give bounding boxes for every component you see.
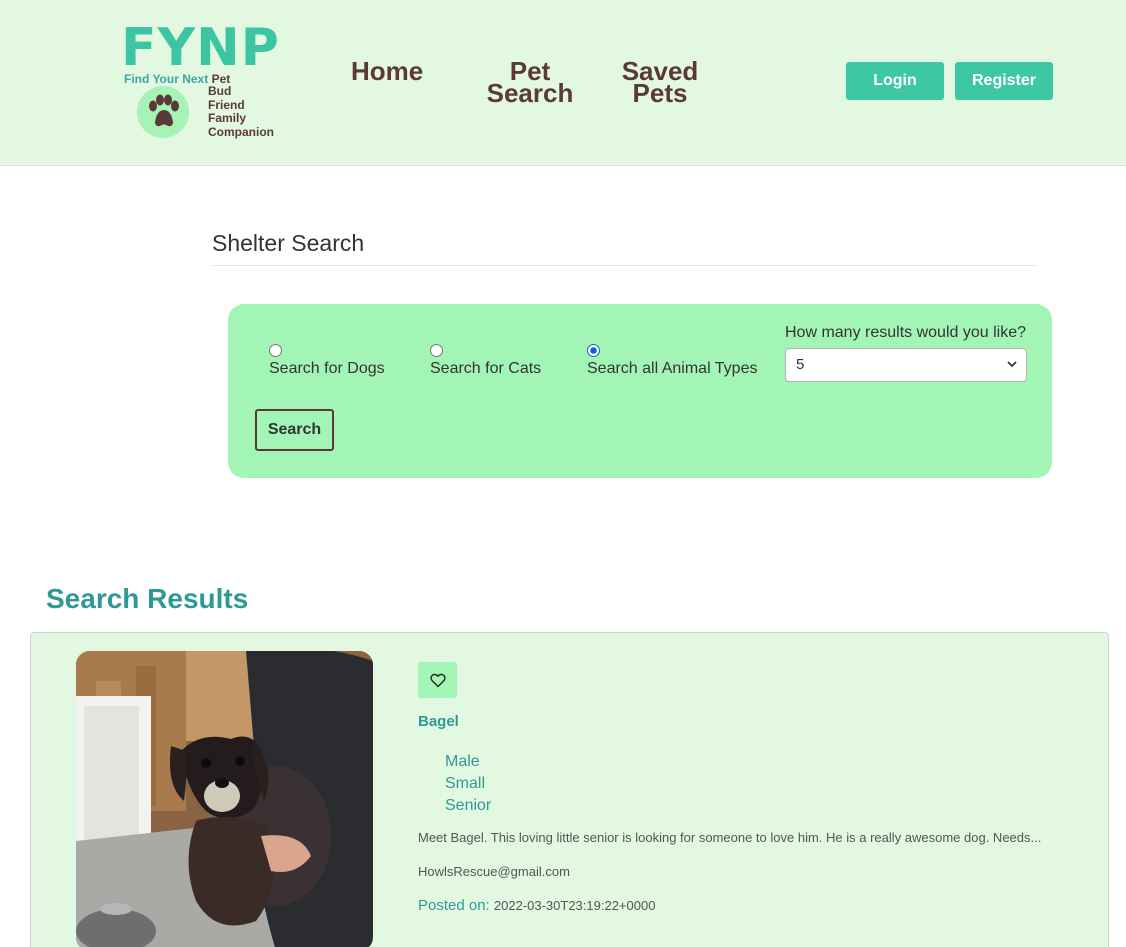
pet-attribute-gender: Male: [445, 753, 480, 770]
radio-label[interactable]: Search for Dogs: [269, 360, 385, 377]
nav-pet-search-line2: Search: [486, 78, 574, 108]
posted-date: 2022-03-30T23:19:22+0000: [493, 898, 656, 913]
nav-pet-search[interactable]: Pet Search: [486, 58, 574, 108]
logo-wordmark: FYNP: [121, 18, 280, 78]
radio-option-dogs[interactable]: Search for Dogs: [269, 344, 385, 378]
logo-tagline-word: Family: [208, 111, 247, 125]
radio-label[interactable]: Search all Animal Types: [587, 360, 757, 377]
favorite-button[interactable]: [418, 662, 457, 698]
radio-label[interactable]: Search for Cats: [430, 360, 541, 377]
search-form-panel: Search for Dogs Search for Cats Search a…: [228, 304, 1052, 478]
logo-tagline-word: Friend: [208, 97, 245, 112]
site-logo[interactable]: FYNP Find Your Next Pet Bud Friend Famil…: [118, 18, 288, 148]
pet-attribute-size: Small: [445, 775, 486, 792]
chevron-down-icon: [1007, 361, 1017, 368]
pet-contact-email: HowlsRescue@gmail.com: [418, 864, 570, 879]
radio-button[interactable]: [269, 344, 282, 357]
shelter-search-title: Shelter Search: [212, 230, 365, 256]
result-count-label: How many results would you like?: [785, 324, 1026, 341]
divider: [212, 265, 1037, 266]
pet-name: Bagel: [418, 713, 459, 730]
result-count-value: 5: [796, 356, 805, 373]
radio-button-selected[interactable]: [587, 344, 600, 357]
nav-saved-pets[interactable]: Saved Pets: [620, 58, 700, 106]
posted-label: Posted on:: [418, 897, 490, 914]
pet-posted-info: Posted on: 2022-03-30T23:19:22+0000: [418, 897, 655, 914]
logo-tagline-word: Bud: [208, 84, 232, 98]
pet-attribute-list: Male Small Senior: [445, 751, 491, 817]
register-button[interactable]: Register: [955, 62, 1053, 100]
logo-tagline-word: Companion: [208, 124, 274, 139]
radio-option-all[interactable]: Search all Animal Types: [587, 344, 757, 378]
pet-description: Meet Bagel. This loving little senior is…: [418, 830, 1042, 845]
search-results-title: Search Results: [46, 583, 249, 614]
heart-icon: [429, 673, 446, 687]
site-header: FYNP Find Your Next Pet Bud Friend Famil…: [0, 0, 1126, 166]
login-button[interactable]: Login: [846, 62, 944, 100]
paw-icon: [137, 86, 189, 138]
pet-photo: [76, 651, 373, 947]
logo-tagline-list: Bud Friend Family Companion: [208, 84, 274, 139]
nav-home[interactable]: Home: [351, 58, 423, 84]
radio-button[interactable]: [430, 344, 443, 357]
logo-tagline-prefix: Find Your Next: [124, 72, 209, 86]
pet-attribute-age: Senior: [445, 797, 492, 814]
result-count-select[interactable]: 5: [785, 348, 1027, 382]
radio-option-cats[interactable]: Search for Cats: [430, 344, 541, 378]
search-button[interactable]: Search: [255, 409, 334, 451]
pet-result-card: Bagel Male Small Senior Meet Bagel. This…: [30, 632, 1109, 947]
